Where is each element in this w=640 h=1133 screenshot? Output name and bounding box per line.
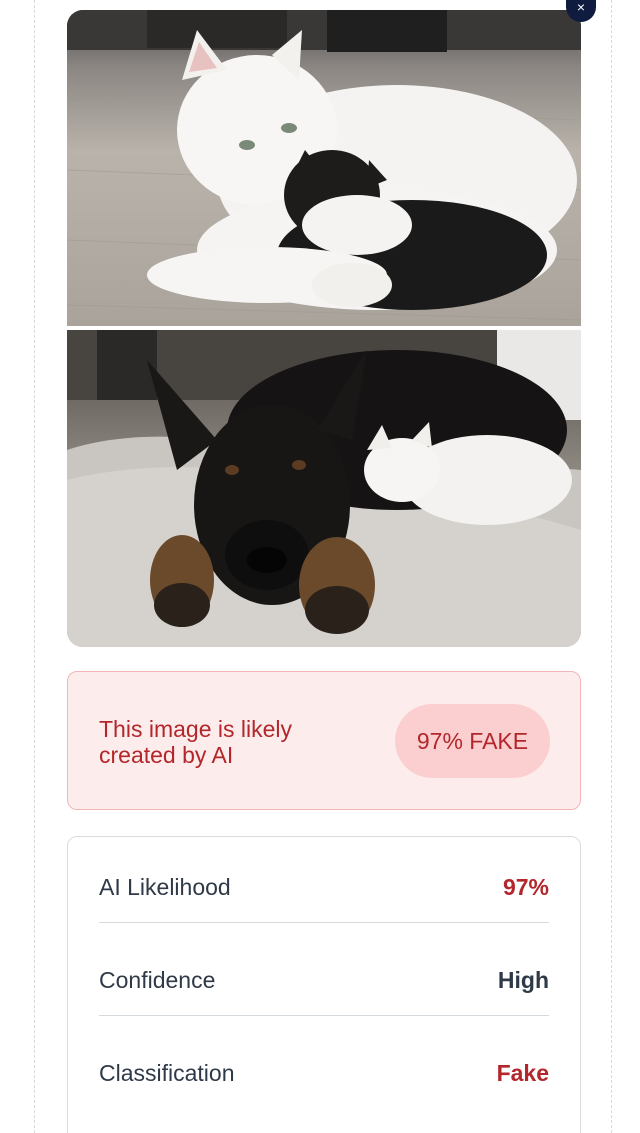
dog-with-cat-photo — [67, 330, 581, 647]
verdict-banner: This image is likely created by AI 97% F… — [67, 671, 581, 810]
detail-value: High — [497, 967, 549, 993]
detail-value: Fake — [496, 1060, 549, 1086]
detail-label: AI Likelihood — [99, 874, 231, 900]
detail-row-ai-likelihood: AI Likelihood 97% — [99, 841, 549, 934]
fake-score-badge: 97% FAKE — [395, 704, 550, 778]
analysis-details: AI Likelihood 97% Confidence High Classi… — [67, 836, 581, 1133]
cat-with-puppy-photo — [67, 10, 581, 326]
verdict-message: This image is likely created by AI — [99, 716, 292, 768]
detail-row-confidence: Confidence High — [99, 934, 549, 1027]
row-divider — [99, 1015, 549, 1016]
detail-value: 97% — [502, 874, 549, 900]
close-icon: × — [576, 0, 586, 15]
detail-label: Classification — [99, 1060, 235, 1086]
analyzed-image — [67, 10, 581, 647]
row-divider — [99, 922, 549, 923]
detail-label: Confidence — [99, 967, 216, 993]
detail-row-classification: Classification Fake — [99, 1027, 549, 1120]
